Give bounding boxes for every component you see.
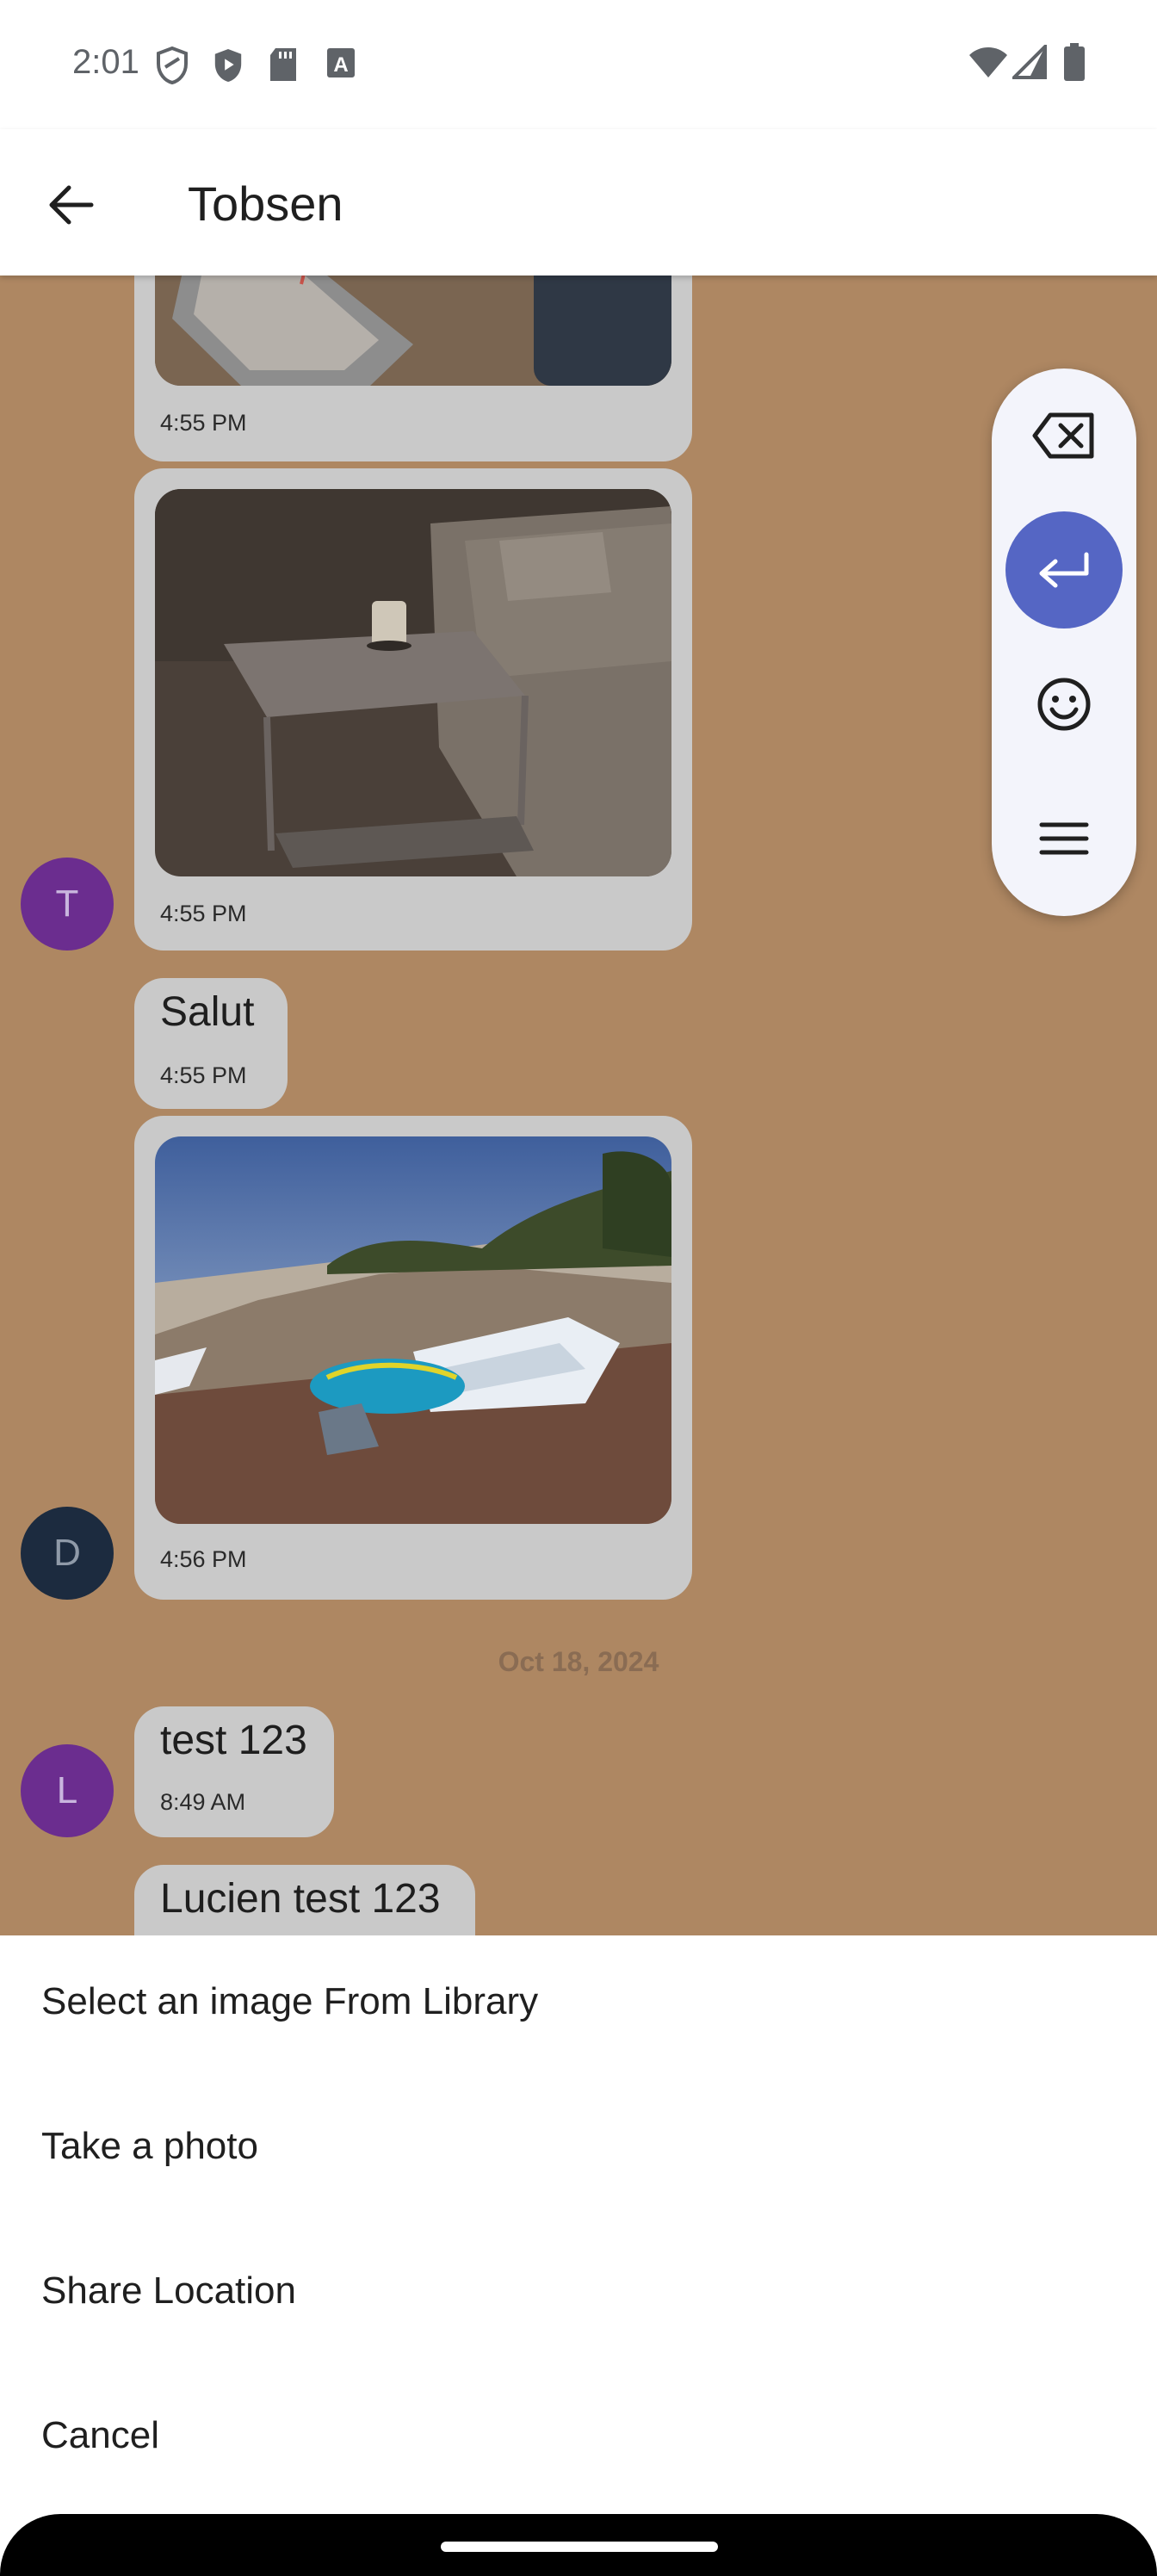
message-image[interactable] [155,1136,671,1524]
text-message-bubble[interactable]: Lucien test 123 [134,1865,475,1935]
photo-beach-kite [155,1136,671,1524]
avatar[interactable]: L [21,1744,114,1837]
app-bar: Tobsen [0,129,1157,276]
signal-icon [1012,45,1047,79]
share-location-option[interactable]: Share Location [41,2269,296,2313]
backspace-icon [1032,412,1094,459]
svg-text:A: A [333,53,348,77]
keyboard-toolbar-pill [992,368,1136,916]
message-text: test 123 [160,1718,307,1763]
play-protect-icon [214,49,242,82]
sd-card-icon [270,48,296,81]
message-time: 4:55 PM [160,901,247,926]
status-bar: 2:01 A [0,0,1157,129]
menu-icon [1039,822,1089,855]
wifi-icon [969,47,1007,77]
image-message-bubble[interactable]: 4:55 PM [134,276,692,461]
photo-device-on-table [155,276,671,386]
emoji-button[interactable] [1005,646,1123,763]
image-message-bubble[interactable]: 4:56 PM [134,1116,692,1600]
take-photo-option[interactable]: Take a photo [41,2125,258,2168]
backspace-button[interactable] [1005,377,1123,494]
date-separator: Oct 18, 2024 [498,1646,659,1677]
chat-area[interactable]: 4:55 PM 4:55 PM T Salut 4:55 PM 4:56 PM … [0,276,1157,1935]
home-gesture-handle[interactable] [441,2542,718,2552]
text-message-bubble[interactable]: test 123 8:49 AM [134,1706,334,1837]
message-image[interactable] [155,489,671,876]
message-time: 4:55 PM [160,1062,247,1088]
photo-sofa-table [155,489,671,876]
text-message-bubble[interactable]: Salut 4:55 PM [134,978,288,1109]
message-time: 8:49 AM [160,1789,246,1815]
enter-icon [1039,552,1089,588]
keyboard-a-icon: A [327,48,355,77]
message-time: 4:56 PM [160,1546,247,1572]
attachment-bottom-sheet: Select an image From Library Take a phot… [0,1935,1157,2576]
back-arrow-icon[interactable] [43,176,100,233]
status-time: 2:01 [72,43,139,81]
emoji-icon [1037,678,1091,731]
message-image[interactable] [155,276,671,386]
image-message-bubble[interactable]: 4:55 PM [134,468,692,951]
select-image-from-library-option[interactable]: Select an image From Library [41,1980,538,2023]
screen: 2:01 A Tobsen 4:55 PM 4:55 PM T Salut 4:… [0,0,1157,2576]
cancel-option[interactable]: Cancel [41,2414,159,2457]
message-text: Lucien test 123 [160,1876,441,1922]
enter-button[interactable] [1005,511,1123,629]
battery-icon [1064,43,1085,81]
avatar[interactable]: T [21,858,114,951]
menu-button[interactable] [1005,780,1123,897]
shield-icon [157,46,188,84]
message-text: Salut [160,989,255,1035]
avatar[interactable]: D [21,1507,114,1600]
message-time: 4:55 PM [160,410,247,436]
chat-title: Tobsen [188,176,343,231]
